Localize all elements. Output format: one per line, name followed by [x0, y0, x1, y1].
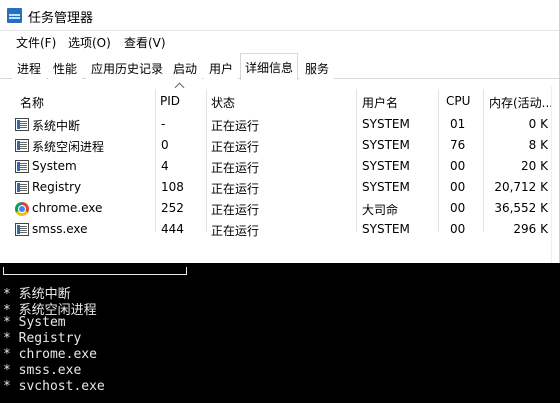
menu-file[interactable]: 文件(F) — [16, 34, 56, 51]
process-status: 正在运行 — [211, 140, 260, 154]
tab-performance[interactable]: 性能 — [48, 56, 83, 79]
details-table: 名称 PID 状态 用户名 CPU 内存(活动... 系统中断 - 正在运行 SYST… — [0, 84, 559, 240]
process-user: SYSTEM — [362, 138, 410, 152]
column-header-memory[interactable]: 内存(活动... — [489, 94, 553, 111]
process-memory: 0 K — [528, 117, 548, 131]
tab-services[interactable]: 服务 — [300, 56, 335, 79]
process-cpu: 76 — [450, 138, 466, 152]
process-status: 正在运行 — [211, 224, 260, 238]
process-name: System — [32, 159, 77, 173]
process-cpu: 00 — [450, 159, 466, 173]
process-user: SYSTEM — [362, 222, 410, 236]
tab-processes[interactable]: 进程 — [12, 56, 47, 79]
chrome-icon — [15, 202, 29, 216]
tab-startup[interactable]: 启动 — [168, 56, 203, 79]
process-status: 正在运行 — [211, 203, 260, 217]
process-name: Registry — [32, 180, 82, 194]
task-manager-window: 任务管理器 文件(F) 选项(O) 查看(V) 进程 性能 应用历史记录 启动 … — [0, 0, 560, 263]
table-row[interactable]: chrome.exe 252 正在运行 大司命 00 36,552 K — [0, 198, 559, 219]
system-process-icon — [15, 223, 29, 236]
process-memory: 8 K — [528, 138, 548, 152]
console-line: * smss.exe — [3, 363, 82, 378]
tab-details[interactable]: 详细信息 — [240, 53, 299, 80]
system-process-icon — [15, 118, 29, 131]
table-header: 名称 PID 状态 用户名 CPU 内存(活动... — [0, 84, 559, 232]
column-header-status[interactable]: 状态 — [211, 94, 235, 111]
window-title: 任务管理器 — [28, 11, 94, 26]
column-header-pid[interactable]: PID — [160, 94, 180, 108]
vertical-scrollbar[interactable] — [551, 86, 559, 263]
console-line: * System — [3, 315, 66, 330]
console-input-underline — [3, 267, 187, 275]
console-output: * 系统中断 * 系统空闲进程 * System * Registry * chrome… — [0, 263, 560, 403]
process-memory: 20 K — [521, 159, 548, 173]
console-line: * svchost.exe — [3, 379, 105, 394]
process-status: 正在运行 — [211, 161, 260, 175]
system-process-icon — [15, 160, 29, 173]
column-header-name[interactable]: 名称 — [20, 94, 44, 111]
sort-ascending-icon — [176, 84, 184, 90]
process-status: 正在运行 — [211, 182, 260, 196]
process-user: SYSTEM — [362, 159, 410, 173]
process-pid: 0 — [161, 138, 169, 152]
process-name: 系统中断 — [32, 119, 81, 133]
process-memory: 296 K — [513, 222, 548, 236]
process-cpu: 00 — [450, 222, 466, 236]
process-name: 系统空闲进程 — [32, 140, 105, 154]
process-pid: - — [161, 117, 166, 131]
process-user: SYSTEM — [362, 117, 410, 131]
menu-view[interactable]: 查看(V) — [124, 34, 166, 51]
process-pid: 108 — [161, 180, 184, 194]
table-row[interactable]: 系统中断 - 正在运行 SYSTEM 01 0 K — [0, 114, 559, 135]
process-name: chrome.exe — [32, 201, 103, 215]
menu-bar: 文件(F) 选项(O) 查看(V) — [0, 31, 559, 52]
process-pid: 444 — [161, 222, 184, 236]
system-process-icon — [15, 181, 29, 194]
menu-options[interactable]: 选项(O) — [68, 34, 111, 51]
table-body: 系统中断 - 正在运行 SYSTEM 01 0 K 系统空闲进程 0 正在运行 SYSTEM 76 8… — [0, 114, 559, 240]
process-name: smss.exe — [32, 222, 88, 236]
title-bar[interactable]: 任务管理器 — [0, 0, 559, 31]
column-header-user[interactable]: 用户名 — [362, 94, 398, 111]
process-cpu: 00 — [450, 201, 466, 215]
process-status: 正在运行 — [211, 119, 260, 133]
table-row[interactable]: smss.exe 444 正在运行 SYSTEM 00 296 K — [0, 219, 559, 240]
process-pid: 252 — [161, 201, 184, 215]
process-cpu: 01 — [450, 117, 466, 131]
process-memory: 36,552 K — [494, 201, 548, 215]
console-line: * chrome.exe — [3, 347, 97, 362]
process-memory: 20,712 K — [494, 180, 548, 194]
table-row[interactable]: Registry 108 正在运行 SYSTEM 00 20,712 K — [0, 177, 559, 198]
process-user: 大司命 — [362, 203, 399, 217]
task-manager-icon — [7, 8, 22, 23]
console-line: * Registry — [3, 331, 82, 346]
tab-users[interactable]: 用户 — [204, 56, 239, 79]
process-cpu: 00 — [450, 180, 466, 194]
process-user: SYSTEM — [362, 180, 410, 194]
table-row[interactable]: System 4 正在运行 SYSTEM 00 20 K — [0, 156, 559, 177]
system-process-icon — [15, 139, 29, 152]
tab-bar: 进程 性能 应用历史记录 启动 用户 详细信息 服务 — [0, 52, 559, 80]
process-pid: 4 — [161, 159, 169, 173]
column-header-cpu[interactable]: CPU — [446, 94, 470, 108]
tab-app-history[interactable]: 应用历史记录 — [86, 56, 169, 79]
table-row[interactable]: 系统空闲进程 0 正在运行 SYSTEM 76 8 K — [0, 135, 559, 156]
